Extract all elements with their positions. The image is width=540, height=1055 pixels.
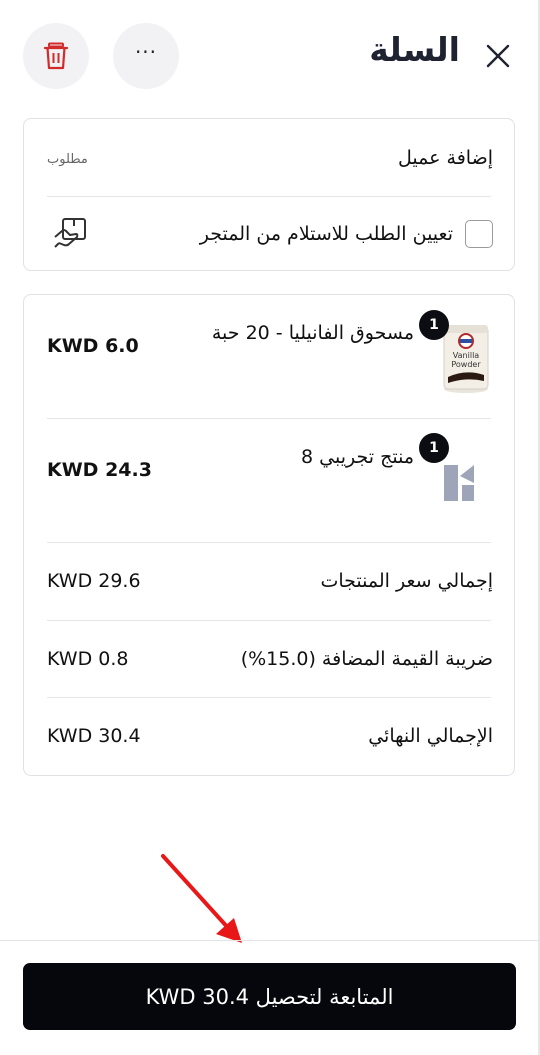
subtotal-value: KWD 29.6 bbox=[47, 570, 141, 592]
annotation-arrow bbox=[161, 854, 242, 943]
divider bbox=[47, 418, 491, 419]
divider bbox=[47, 620, 491, 621]
trash-icon bbox=[43, 42, 69, 70]
more-options-button[interactable]: ··· bbox=[113, 23, 179, 89]
pickup-checkbox[interactable] bbox=[465, 220, 493, 248]
more-horizontal-icon: ··· bbox=[134, 40, 158, 64]
total-value: KWD 30.4 bbox=[47, 725, 141, 747]
item-price: KWD 24.3 bbox=[47, 459, 152, 481]
close-button[interactable] bbox=[484, 42, 512, 70]
customer-card: إضافة عميل مطلوب تعيين الطلب للاستلام من… bbox=[23, 118, 515, 271]
checkout-button[interactable]: المتابعة لتحصيل KWD 30.4 bbox=[23, 963, 516, 1030]
svg-text:Powder: Powder bbox=[451, 360, 481, 369]
footer-divider bbox=[0, 940, 540, 941]
vat-value: KWD 0.8 bbox=[47, 648, 129, 670]
subtotal-label: إجمالي سعر المنتجات bbox=[320, 570, 493, 592]
add-customer-link[interactable]: إضافة عميل bbox=[398, 147, 493, 169]
divider bbox=[47, 196, 491, 197]
svg-text:Vanilla: Vanilla bbox=[453, 351, 479, 360]
cart-card: Vanilla Powder 1 مسحوق الفانيليا - 20 حب… bbox=[23, 294, 515, 776]
divider bbox=[47, 697, 491, 698]
item-name: منتج تجريبي 8 bbox=[301, 446, 414, 468]
required-badge: مطلوب bbox=[47, 152, 88, 167]
quantity-badge: 1 bbox=[419, 310, 449, 340]
item-price: KWD 6.0 bbox=[47, 335, 139, 357]
clear-cart-button[interactable] bbox=[23, 23, 89, 89]
total-label: الإجمالي النهائي bbox=[368, 725, 493, 747]
divider bbox=[47, 542, 491, 543]
pickup-label[interactable]: تعيين الطلب للاستلام من المتجر bbox=[200, 223, 453, 245]
close-icon bbox=[486, 44, 510, 68]
vat-label: ضريبة القيمة المضافة (15.0%) bbox=[240, 648, 493, 670]
store-pickup-icon bbox=[54, 218, 86, 248]
quantity-badge: 1 bbox=[419, 433, 449, 463]
page-title: السلة bbox=[369, 30, 460, 69]
item-name: مسحوق الفانيليا - 20 حبة bbox=[211, 322, 414, 344]
